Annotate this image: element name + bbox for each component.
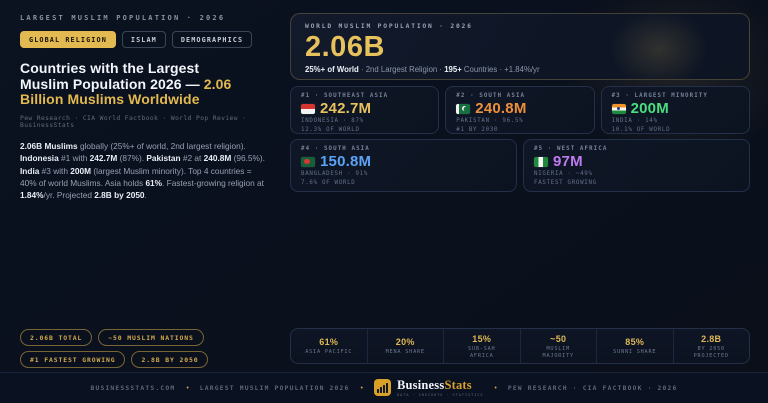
country-sub: BANGLADESH · 91% bbox=[301, 170, 506, 178]
infographic-page: LARGEST MUSLIM POPULATION · 2026 GLOBAL … bbox=[0, 0, 768, 403]
badge-2-8b-by-2050: 2.8B BY 2050 bbox=[131, 351, 208, 368]
country-rank: #5 · WEST AFRICA bbox=[534, 146, 739, 152]
hero-meta: 25%+ of World · 2nd Largest Religion · 1… bbox=[305, 65, 735, 74]
badge-1-fastest-growing: #1 FASTEST GROWING bbox=[20, 351, 125, 368]
tag-global-religion: GLOBAL RELIGION bbox=[20, 31, 116, 48]
stat-asia-pacific: 61% ASIA PACIFIC bbox=[291, 329, 368, 363]
footer-site-link[interactable]: BUSINESSSTATS.COM bbox=[90, 385, 175, 392]
country-value: 240.8M bbox=[475, 101, 526, 116]
bar-chart-logo-icon bbox=[374, 379, 391, 396]
country-card-bangladesh: #4 · SOUTH ASIA 150.8MBANGLADESH · 91%7.6… bbox=[290, 139, 517, 192]
tag-demographics: DEMOGRAPHICS bbox=[172, 31, 252, 48]
stat-value: ~50 bbox=[550, 334, 566, 344]
stat-label: BY 2050 PROJECTED bbox=[684, 346, 738, 360]
country-sub: PAKISTAN · 96.5% bbox=[456, 117, 583, 125]
country-sub: 12.3% OF WORLD bbox=[301, 126, 428, 134]
country-value: 200M bbox=[631, 101, 669, 116]
country-row-1: #1 · SOUTHEAST ASIA 242.7MINDONESIA · 87%… bbox=[290, 86, 750, 134]
stat-value: 20% bbox=[396, 337, 415, 347]
stat-label: SUB-SAH AFRICA bbox=[455, 346, 509, 360]
stat-muslim-majority: ~50 MUSLIM MAJORITY bbox=[521, 329, 598, 363]
kicker-label: LARGEST MUSLIM POPULATION · 2026 bbox=[20, 14, 274, 22]
brand-tagline: DATA · INSIGHTS · STATISTICS bbox=[397, 393, 483, 397]
country-value: 150.8M bbox=[320, 154, 371, 169]
brand-text: BusinessStats DATA · INSIGHTS · STATISTI… bbox=[397, 379, 483, 397]
brand-wordmark: BusinessStats bbox=[397, 379, 483, 392]
country-sub: 7.6% OF WORLD bbox=[301, 179, 506, 187]
badge-list: 2.06B TOTAL ~50 MUSLIM NATIONS #1 FASTEST … bbox=[20, 329, 270, 368]
country-sub: INDONESIA · 87% bbox=[301, 117, 428, 125]
country-sub: #1 BY 2030 bbox=[456, 126, 583, 134]
country-row-2: #4 · SOUTH ASIA 150.8MBANGLADESH · 91%7.6… bbox=[290, 139, 750, 192]
footer-separator-dot: • bbox=[494, 385, 496, 392]
footer-sources: PEW RESEARCH · CIA FACTBOOK · 2026 bbox=[508, 385, 678, 392]
stat-label: SUNNI SHARE bbox=[613, 349, 656, 356]
country-sub: NIGERIA · ~49% bbox=[534, 170, 739, 178]
stat-value: 61% bbox=[319, 337, 338, 347]
brand-lockup: BusinessStats DATA · INSIGHTS · STATISTI… bbox=[374, 379, 483, 397]
footer-bar: BUSINESSSTATS.COM • LARGEST MUSLIM POPUL… bbox=[0, 372, 768, 403]
bangladesh-flag-icon bbox=[301, 157, 315, 167]
country-rank: #1 · SOUTHEAST ASIA bbox=[301, 93, 428, 99]
hero-value: 2.06B bbox=[305, 32, 735, 63]
stat-sunni-share: 85% SUNNI SHARE bbox=[597, 329, 674, 363]
stat-by-2050-projected: 2.8B BY 2050 PROJECTED bbox=[674, 329, 750, 363]
badge-50-muslim-nations: ~50 MUSLIM NATIONS bbox=[98, 329, 203, 346]
source-list: Pew Research · CIA World Factbook · Worl… bbox=[20, 115, 274, 129]
india-flag-icon bbox=[612, 104, 626, 114]
footer-separator-dot: • bbox=[361, 385, 363, 392]
indonesia-flag-icon bbox=[301, 104, 315, 114]
country-sub: FASTEST GROWING bbox=[534, 179, 739, 187]
stats-strip: 61% ASIA PACIFIC 20% MENA SHARE 15% SUB-SAH A… bbox=[290, 328, 750, 364]
stat-label: MUSLIM MAJORITY bbox=[531, 346, 585, 360]
stat-label: MENA SHARE bbox=[386, 349, 425, 356]
summary-text: 2.06B Muslims globally (25%+ of world, 2… bbox=[20, 140, 266, 202]
country-sub: 10.1% OF WORLD bbox=[612, 126, 739, 134]
stat-mena-share: 20% MENA SHARE bbox=[368, 329, 445, 363]
country-card-indonesia: #1 · SOUTHEAST ASIA 242.7MINDONESIA · 87%… bbox=[290, 86, 439, 134]
nigeria-flag-icon bbox=[534, 157, 548, 167]
country-rank: #3 · LARGEST MINORITY bbox=[612, 93, 739, 99]
country-sub: INDIA · 14% bbox=[612, 117, 739, 125]
hero-caption: WORLD MUSLIM POPULATION · 2026 bbox=[305, 23, 735, 30]
stat-sub-sah-africa: 15% SUB-SAH AFRICA bbox=[444, 329, 521, 363]
stat-value: 2.8B bbox=[701, 334, 721, 344]
tag-list: GLOBAL RELIGION ISLAM DEMOGRAPHICS bbox=[20, 31, 274, 48]
footer-topic: LARGEST MUSLIM POPULATION 2026 bbox=[200, 385, 350, 392]
left-panel: LARGEST MUSLIM POPULATION · 2026 GLOBAL … bbox=[20, 14, 274, 202]
tag-islam: ISLAM bbox=[122, 31, 166, 48]
country-card-nigeria: #5 · WEST AFRICA 97MNIGERIA · ~49%FASTEST… bbox=[523, 139, 750, 192]
footer-separator-dot: • bbox=[186, 385, 188, 392]
pakistan-flag-icon bbox=[456, 104, 470, 114]
page-title: Countries with the Largest Muslim Popula… bbox=[20, 61, 250, 108]
stat-value: 85% bbox=[625, 337, 644, 347]
country-value: 242.7M bbox=[320, 101, 371, 116]
country-card-pakistan: #2 · SOUTH ASIA 240.8MPAKISTAN · 96.5%#1 … bbox=[445, 86, 594, 134]
hero-card: WORLD MUSLIM POPULATION · 2026 2.06B 25%… bbox=[290, 13, 750, 80]
country-value: 97M bbox=[553, 154, 583, 169]
badge-2-06b-total: 2.06B TOTAL bbox=[20, 329, 92, 346]
title-main: Countries with the Largest Muslim Popula… bbox=[20, 60, 204, 92]
stat-label: ASIA PACIFIC bbox=[305, 349, 352, 356]
country-rank: #4 · SOUTH ASIA bbox=[301, 146, 506, 152]
stat-value: 15% bbox=[472, 334, 491, 344]
country-rank: #2 · SOUTH ASIA bbox=[456, 93, 583, 99]
country-card-india: #3 · LARGEST MINORITY 200MINDIA · 14%10.1… bbox=[601, 86, 750, 134]
